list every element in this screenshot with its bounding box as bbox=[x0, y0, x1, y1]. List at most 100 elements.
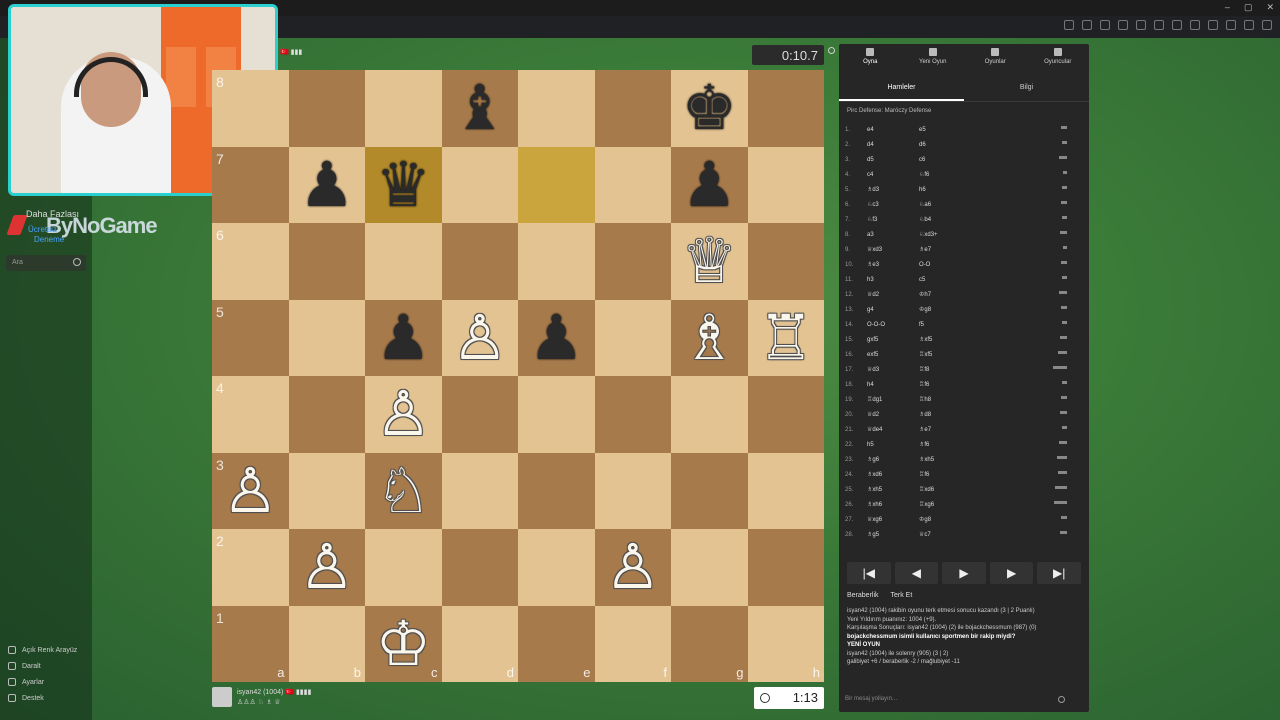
square-b3[interactable] bbox=[288, 452, 365, 529]
square-e6[interactable] bbox=[518, 223, 595, 300]
chess-piece[interactable]: ♙ bbox=[299, 536, 355, 598]
tab-games[interactable]: Oyunlar bbox=[964, 44, 1027, 74]
white-move[interactable]: h3 bbox=[867, 277, 919, 283]
black-move[interactable]: ♖f6 bbox=[919, 471, 971, 478]
square-c8[interactable] bbox=[365, 70, 442, 147]
extension-icon[interactable] bbox=[1064, 20, 1074, 30]
square-c6[interactable] bbox=[365, 223, 442, 300]
white-move[interactable]: exf5 bbox=[867, 352, 919, 358]
menu-item-settings[interactable]: Ayarlar bbox=[8, 674, 77, 690]
white-move[interactable]: ♕d3 bbox=[867, 366, 919, 373]
white-move[interactable]: ♗d3 bbox=[867, 186, 919, 193]
white-move[interactable]: ♗xh6 bbox=[867, 501, 919, 508]
chess-board[interactable]: 8 ♝ ♚ 7 ♟ ♛ ♟ 6 ♕ 5 ♟ ♙ ♟ ♗ ♖ 4 ♙ 3 ♙ ♘ 2 ♙ ♙ 1 a b c ♔ d e f g h bbox=[212, 70, 824, 682]
chess-piece[interactable]: ♚ bbox=[681, 77, 737, 139]
extension-icon[interactable] bbox=[1190, 20, 1200, 30]
square-a8[interactable]: 8 bbox=[212, 70, 289, 147]
extension-icon[interactable] bbox=[1208, 20, 1218, 30]
white-move[interactable]: g4 bbox=[867, 307, 919, 313]
window-controls[interactable]: – ▢ ✕ bbox=[1225, 2, 1274, 13]
square-a4[interactable]: 4 bbox=[212, 376, 289, 453]
square-c2[interactable] bbox=[365, 529, 442, 606]
square-d3[interactable] bbox=[441, 452, 518, 529]
square-a2[interactable]: 2 bbox=[212, 529, 289, 606]
first-move-button[interactable]: |◀ bbox=[847, 562, 891, 584]
board-settings-icon[interactable] bbox=[828, 47, 835, 54]
square-d7[interactable] bbox=[441, 146, 518, 223]
black-move[interactable]: ♔g8 bbox=[919, 306, 971, 313]
white-move[interactable]: e4 bbox=[867, 127, 919, 133]
extension-icon[interactable] bbox=[1082, 20, 1092, 30]
square-f6[interactable] bbox=[594, 223, 671, 300]
square-f4[interactable] bbox=[594, 376, 671, 453]
square-a7[interactable]: 7 bbox=[212, 146, 289, 223]
white-move[interactable]: ♗e3 bbox=[867, 261, 919, 268]
white-move[interactable]: gxf5 bbox=[867, 337, 919, 343]
square-h8[interactable] bbox=[747, 70, 824, 147]
logo-trial-label[interactable]: Deneme bbox=[34, 235, 64, 244]
square-h4[interactable] bbox=[747, 376, 824, 453]
square-g8[interactable]: ♚ bbox=[671, 70, 748, 147]
emoji-icon[interactable] bbox=[1058, 696, 1065, 703]
square-g2[interactable] bbox=[671, 529, 748, 606]
menu-item-collapse[interactable]: Daralt bbox=[8, 658, 77, 674]
square-f8[interactable] bbox=[594, 70, 671, 147]
square-h7[interactable] bbox=[747, 146, 824, 223]
black-move[interactable]: ♖f8 bbox=[919, 366, 971, 373]
prev-move-button[interactable]: ◀ bbox=[894, 562, 939, 584]
square-f3[interactable] bbox=[594, 452, 671, 529]
square-g7[interactable]: ♟ bbox=[671, 146, 748, 223]
search-input[interactable]: Ara bbox=[6, 255, 86, 271]
black-move[interactable]: ♖h8 bbox=[919, 396, 971, 403]
square-d5[interactable]: ♙ bbox=[441, 299, 518, 376]
black-move[interactable]: h6 bbox=[919, 187, 971, 193]
white-move[interactable]: ♕de4 bbox=[867, 426, 919, 433]
square-b1[interactable]: b bbox=[288, 605, 365, 682]
extension-icon[interactable] bbox=[1262, 20, 1272, 30]
chess-piece[interactable]: ♙ bbox=[222, 459, 278, 522]
chess-piece[interactable]: ♘ bbox=[375, 459, 431, 522]
square-c7[interactable]: ♛ bbox=[365, 146, 442, 223]
draw-button[interactable]: Beraberlik bbox=[847, 592, 879, 604]
square-h3[interactable] bbox=[747, 452, 824, 529]
square-g5[interactable]: ♗ bbox=[671, 299, 748, 376]
chess-piece[interactable]: ♛ bbox=[375, 153, 431, 216]
white-move[interactable]: O-O-O bbox=[867, 322, 919, 328]
logo-free-label[interactable]: Ücretsiz bbox=[28, 225, 57, 234]
square-b2[interactable]: ♙ bbox=[288, 529, 365, 606]
square-g4[interactable] bbox=[671, 376, 748, 453]
square-g6[interactable]: ♕ bbox=[671, 223, 748, 300]
black-move[interactable]: ♘b4 bbox=[919, 216, 971, 223]
square-e4[interactable] bbox=[518, 376, 595, 453]
black-move[interactable]: ♘a6 bbox=[919, 201, 971, 208]
black-move[interactable]: ♕c7 bbox=[919, 531, 971, 538]
white-move[interactable]: ♗g6 bbox=[867, 456, 919, 463]
white-move[interactable]: ♘c3 bbox=[867, 201, 919, 208]
square-c3[interactable]: ♘ bbox=[365, 452, 442, 529]
square-h6[interactable] bbox=[747, 223, 824, 300]
site-logo[interactable]: Daha Fazlası ByNoGame Ücretsiz Deneme bbox=[6, 205, 188, 245]
black-move[interactable]: ♖f6 bbox=[919, 381, 971, 388]
chess-piece[interactable]: ♗ bbox=[681, 306, 737, 369]
white-move[interactable]: ♗g5 bbox=[867, 531, 919, 538]
minimize-button[interactable]: – bbox=[1225, 2, 1230, 13]
black-move[interactable]: ♗xf5 bbox=[919, 336, 971, 343]
white-move[interactable]: ♕d2 bbox=[867, 291, 919, 298]
square-c4[interactable]: ♙ bbox=[365, 376, 442, 453]
white-move[interactable]: ♗xh5 bbox=[867, 486, 919, 493]
tab-moves[interactable]: Hamleler bbox=[839, 80, 964, 101]
black-move[interactable]: e5 bbox=[919, 127, 971, 133]
white-move[interactable]: ♕xg6 bbox=[867, 516, 919, 523]
black-move[interactable]: ♗e7 bbox=[919, 246, 971, 253]
black-move[interactable]: ♘f6 bbox=[919, 171, 971, 178]
square-d6[interactable] bbox=[441, 223, 518, 300]
chat-input[interactable]: Bir mesaj yollayın... bbox=[839, 690, 1089, 710]
square-b7[interactable]: ♟ bbox=[288, 146, 365, 223]
black-move[interactable]: O-O bbox=[919, 262, 971, 268]
play-button[interactable]: ▶ bbox=[942, 562, 986, 584]
white-move[interactable]: ♗xd6 bbox=[867, 471, 919, 478]
tab-new-game[interactable]: Yeni Oyun bbox=[902, 44, 965, 74]
black-move[interactable]: d6 bbox=[919, 142, 971, 148]
chess-piece[interactable]: ♔ bbox=[375, 612, 431, 675]
extension-icon[interactable] bbox=[1172, 20, 1182, 30]
